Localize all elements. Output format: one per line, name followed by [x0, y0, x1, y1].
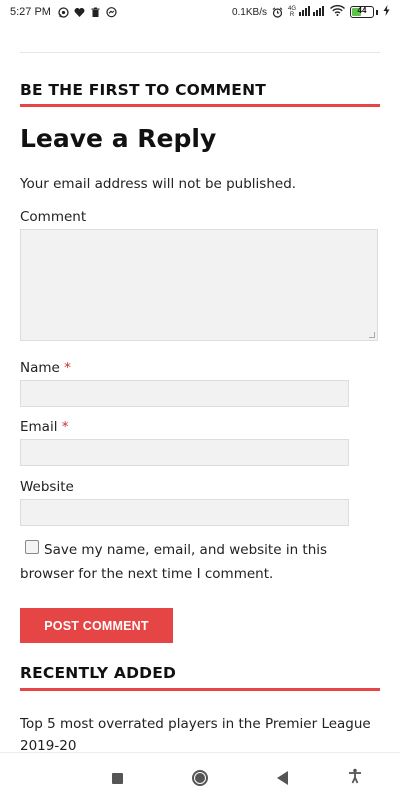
save-info-checkbox[interactable] [25, 540, 39, 554]
home-button[interactable] [189, 767, 211, 789]
accessibility-icon [347, 768, 363, 789]
resize-handle[interactable] [369, 332, 375, 338]
home-icon [192, 770, 208, 786]
recently-added-rule [20, 688, 380, 691]
battery-icon: 44 [350, 6, 374, 18]
top-divider [20, 52, 380, 53]
back-icon [276, 771, 288, 785]
comments-heading: BE THE FIRST TO COMMENT [20, 81, 267, 99]
recent-article-link[interactable]: Top 5 most overrated players in the Prem… [20, 713, 380, 757]
network-type-bottom: R [289, 12, 295, 18]
email-notice: Your email address will not be published… [20, 176, 297, 192]
website-input[interactable] [20, 499, 349, 526]
comment-textarea[interactable] [20, 229, 378, 341]
post-comment-button[interactable]: POST COMMENT [20, 608, 173, 643]
navigation-bar [0, 752, 400, 800]
save-info-consent-text: Save my name, email, and website in this… [20, 542, 328, 582]
network-type: 4G R [288, 6, 296, 18]
recents-button[interactable] [106, 767, 128, 789]
email-label-text: Email [20, 419, 58, 435]
charging-icon [383, 5, 390, 19]
battery-tip [376, 9, 378, 15]
email-label: Email * [20, 419, 69, 435]
heart-icon [74, 7, 85, 18]
name-label: Name * [20, 360, 71, 376]
signal-icon [299, 5, 325, 19]
accessibility-button[interactable] [344, 767, 366, 789]
status-bar-right: 0.1KB/s 4G R 44 [231, 4, 390, 19]
alarm-icon [272, 6, 283, 18]
status-bar: 5:27 PM 0.1KB/s 4G R 44 [0, 0, 400, 24]
comments-heading-rule [20, 104, 380, 107]
reply-title: Leave a Reply [20, 124, 217, 153]
network-speed: 0.1KB/s [231, 6, 267, 18]
wifi-icon [330, 4, 345, 19]
status-time: 5:27 PM [10, 6, 51, 18]
messenger-icon [106, 6, 117, 18]
recents-icon [111, 772, 123, 784]
required-mark: * [64, 360, 71, 376]
email-input[interactable] [20, 439, 349, 466]
status-bar-left: 5:27 PM [10, 6, 117, 18]
recently-added-heading: RECENTLY ADDED [20, 664, 177, 682]
trash-icon [90, 7, 101, 18]
back-button[interactable] [271, 767, 293, 789]
website-label: Website [20, 479, 74, 495]
comment-label: Comment [20, 209, 87, 225]
name-label-text: Name [20, 360, 60, 376]
required-mark: * [61, 419, 69, 435]
battery-percent: 44 [357, 6, 367, 15]
whatsapp-icon [58, 6, 69, 18]
name-input[interactable] [20, 380, 349, 407]
